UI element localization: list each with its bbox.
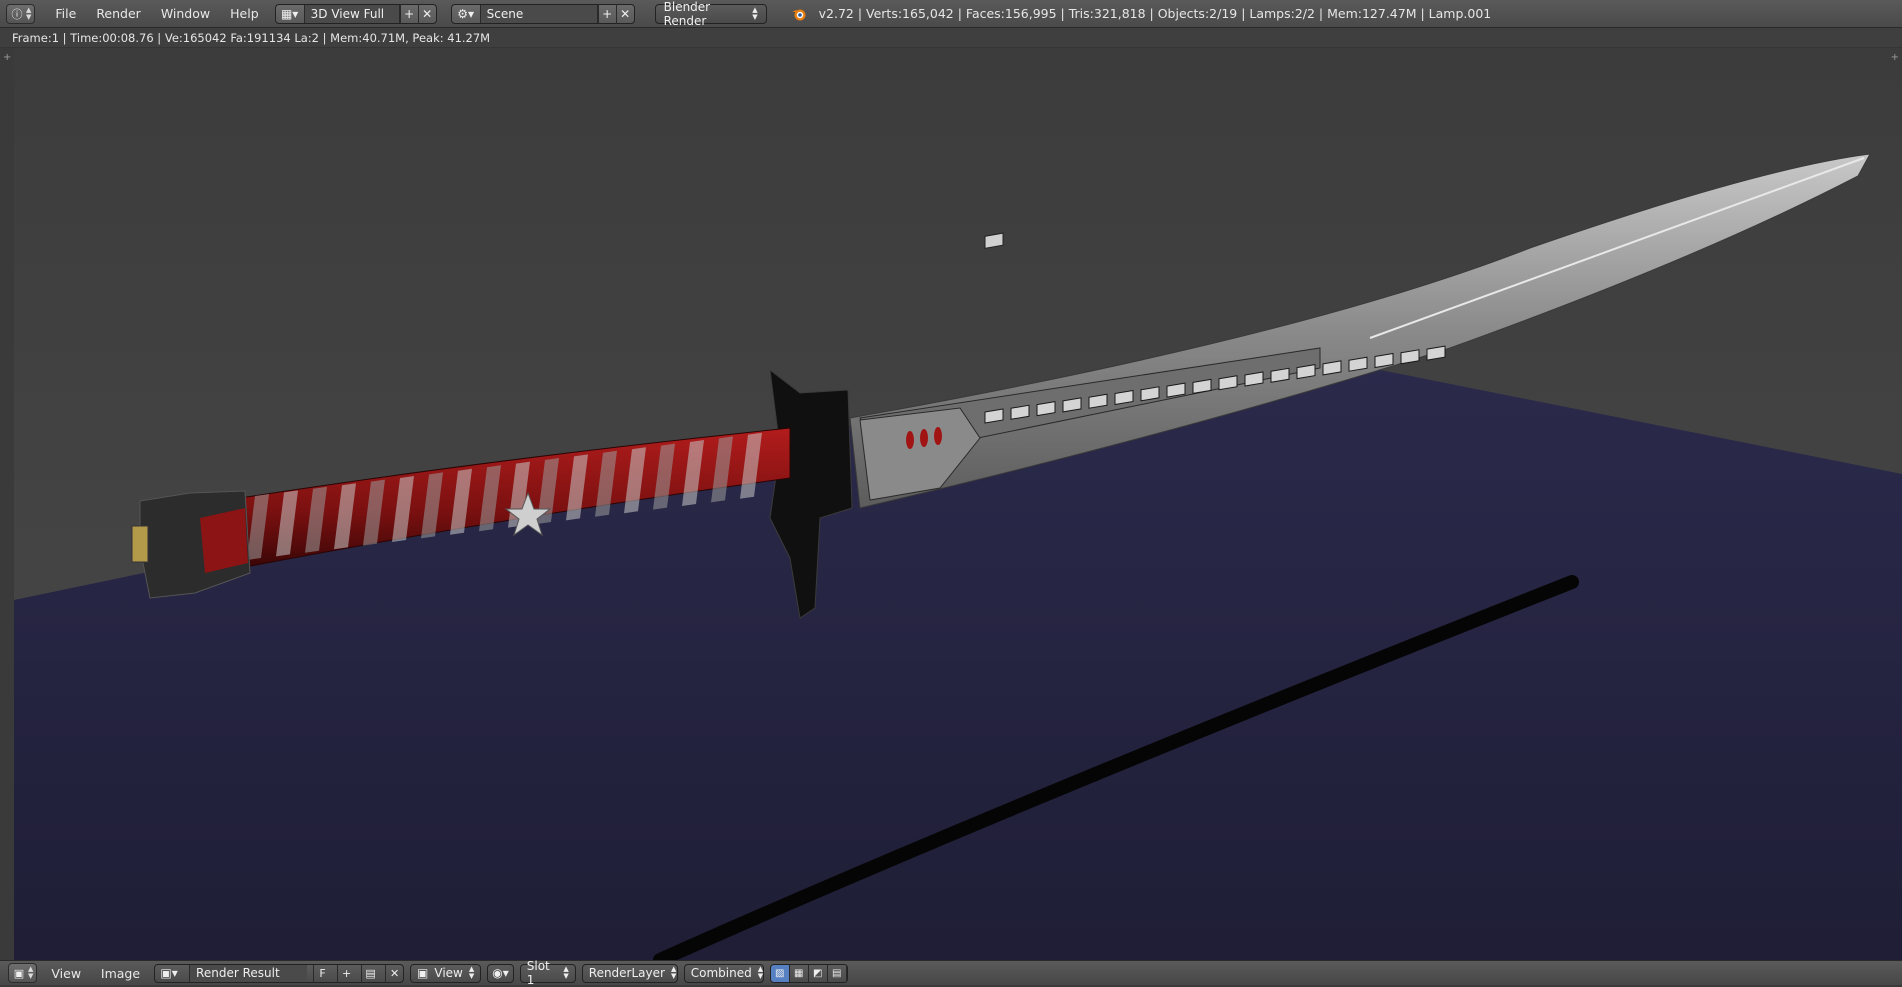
spine-tooth [1140, 386, 1160, 402]
menu-window[interactable]: Window [151, 6, 220, 21]
screen-layout-name[interactable]: 3D View Full [303, 4, 400, 23]
render-info-text: Frame:1 | Time:00:08.76 | Ve:165042 Fa:1… [12, 30, 491, 45]
render-pass-label: Combined [690, 966, 752, 980]
zbuffer-toggle[interactable]: ▤ [827, 964, 847, 982]
render-engine-label: Blender Render [663, 0, 711, 28]
screen-layout-selector[interactable]: ▦▾ 3D View Full + ✕ [274, 3, 437, 24]
open-image-icon[interactable]: ▤ [361, 964, 379, 982]
spine-tooth [1192, 378, 1212, 394]
checker-toggle[interactable]: ▦ [789, 964, 809, 982]
scene-statistics: v2.72 | Verts:165,042 | Faces:156,995 | … [818, 6, 1492, 21]
image-editor-header: ▣ ▲ ▼ View Image ▣▾ Render Result F + ▤ ✕… [0, 959, 1902, 987]
render-layer-label: RenderLayer [588, 966, 665, 980]
image-browse-icon[interactable]: ▣▾ [155, 966, 183, 980]
pommel-red-panel [200, 508, 248, 573]
image-editor-icon: ▣ [417, 966, 429, 980]
spine-tooth [1062, 397, 1082, 413]
scene-name[interactable]: Scene [479, 4, 598, 23]
image-editor-menu: View Image [43, 966, 148, 981]
collar-red-inset-1 [906, 431, 914, 449]
menu-view[interactable]: View [43, 966, 89, 981]
slot-dropdown[interactable]: Slot 1 ▲ ▼ [519, 959, 576, 987]
chevron-updown-icon: ▲ ▼ [757, 965, 764, 980]
render-result-viewport[interactable]: + + [0, 48, 1902, 960]
pin-toggle[interactable]: ◉▾ [487, 963, 514, 983]
top-header: ⓘ ▲ ▼ File Render Window Help ▦▾ 3D View … [0, 0, 1902, 28]
screen-layout-icon[interactable]: ▦▾ [276, 4, 304, 24]
blender-logo-icon [791, 9, 806, 20]
slot-label: Slot 1 [526, 959, 550, 987]
spine-teeth [984, 232, 1004, 249]
new-image-button[interactable]: + [337, 964, 355, 982]
menu-image[interactable]: Image [93, 966, 148, 981]
color-alpha-toggle[interactable]: ▨ [770, 964, 790, 982]
spine-tooth [1348, 356, 1368, 372]
viewport-left-border [0, 48, 14, 960]
spine-tooth [1270, 367, 1290, 383]
alpha-toggle[interactable]: ◩ [808, 964, 828, 982]
render-info-line: Frame:1 | Time:00:08.76 | Ve:165042 Fa:1… [0, 28, 1902, 48]
pommel-gold-cap [131, 525, 149, 563]
render-layer-dropdown[interactable]: RenderLayer ▲ ▼ [581, 963, 678, 983]
scene-icon[interactable]: ⚙▾ [452, 4, 480, 24]
image-datablock-selector[interactable]: ▣▾ Render Result F + ▤ ✕ [154, 963, 405, 983]
collar-red-inset-2 [920, 429, 928, 447]
collar-red-inset-3 [934, 427, 942, 445]
chevron-updown-icon: ▲ ▼ [563, 965, 569, 980]
spine-tooth [1400, 349, 1420, 365]
menu-file[interactable]: File [45, 6, 86, 21]
spine-tooth [1296, 364, 1316, 380]
area-split-corner-tr[interactable]: + [1891, 52, 1899, 63]
spine-tooth [1426, 345, 1446, 361]
image-name-field[interactable]: Render Result [189, 964, 308, 982]
unlink-image-button[interactable]: ✕ [385, 964, 403, 982]
menu-help[interactable]: Help [220, 6, 269, 21]
view-dropdown-label: View [434, 966, 463, 980]
spine-tooth [1374, 352, 1394, 369]
remove-scene-button[interactable]: ✕ [615, 3, 634, 24]
add-scene-button[interactable]: + [597, 3, 616, 24]
menu-render[interactable]: Render [86, 6, 151, 21]
render-engine-dropdown[interactable]: Blender Render ▲ ▼ [654, 0, 767, 28]
spine-tooth [1244, 371, 1264, 387]
spine-tooth [1322, 360, 1342, 376]
pin-icon: ◉▾ [492, 966, 509, 980]
chevron-updown-icon: ▲ ▼ [670, 965, 677, 980]
editor-type-button-bottom[interactable]: ▣ ▲ ▼ [8, 963, 38, 983]
spine-tooth [1036, 401, 1056, 417]
info-icon: ⓘ [11, 7, 23, 21]
image-editor-icon: ▣ [13, 966, 25, 980]
main-menu: File Render Window Help [45, 6, 268, 21]
display-channels-toggles: ▨ ▦ ◩ ▤ [769, 963, 848, 983]
spine-tooth [1010, 404, 1030, 420]
spine-tooth [984, 408, 1004, 424]
fake-user-button[interactable]: F [313, 964, 331, 982]
spine-tooth [1166, 382, 1186, 398]
render-pass-dropdown[interactable]: Combined ▲ ▼ [683, 963, 764, 983]
spine-tooth [1114, 389, 1134, 406]
chevron-updown-icon: ▲ ▼ [752, 5, 758, 21]
remove-layout-button[interactable]: ✕ [417, 3, 436, 24]
render-image [0, 48, 1902, 960]
spine-tooth [1218, 375, 1238, 391]
scene-selector[interactable]: ⚙▾ Scene + ✕ [450, 3, 635, 24]
chevron-updown-icon: ▲ ▼ [468, 965, 475, 980]
spine-tooth [1088, 393, 1108, 409]
editor-type-button[interactable]: ⓘ ▲ ▼ [6, 3, 36, 24]
view-dropdown[interactable]: ▣ View ▲ ▼ [410, 963, 482, 983]
area-split-corner-tl[interactable]: + [3, 52, 11, 63]
add-layout-button[interactable]: + [399, 3, 418, 24]
